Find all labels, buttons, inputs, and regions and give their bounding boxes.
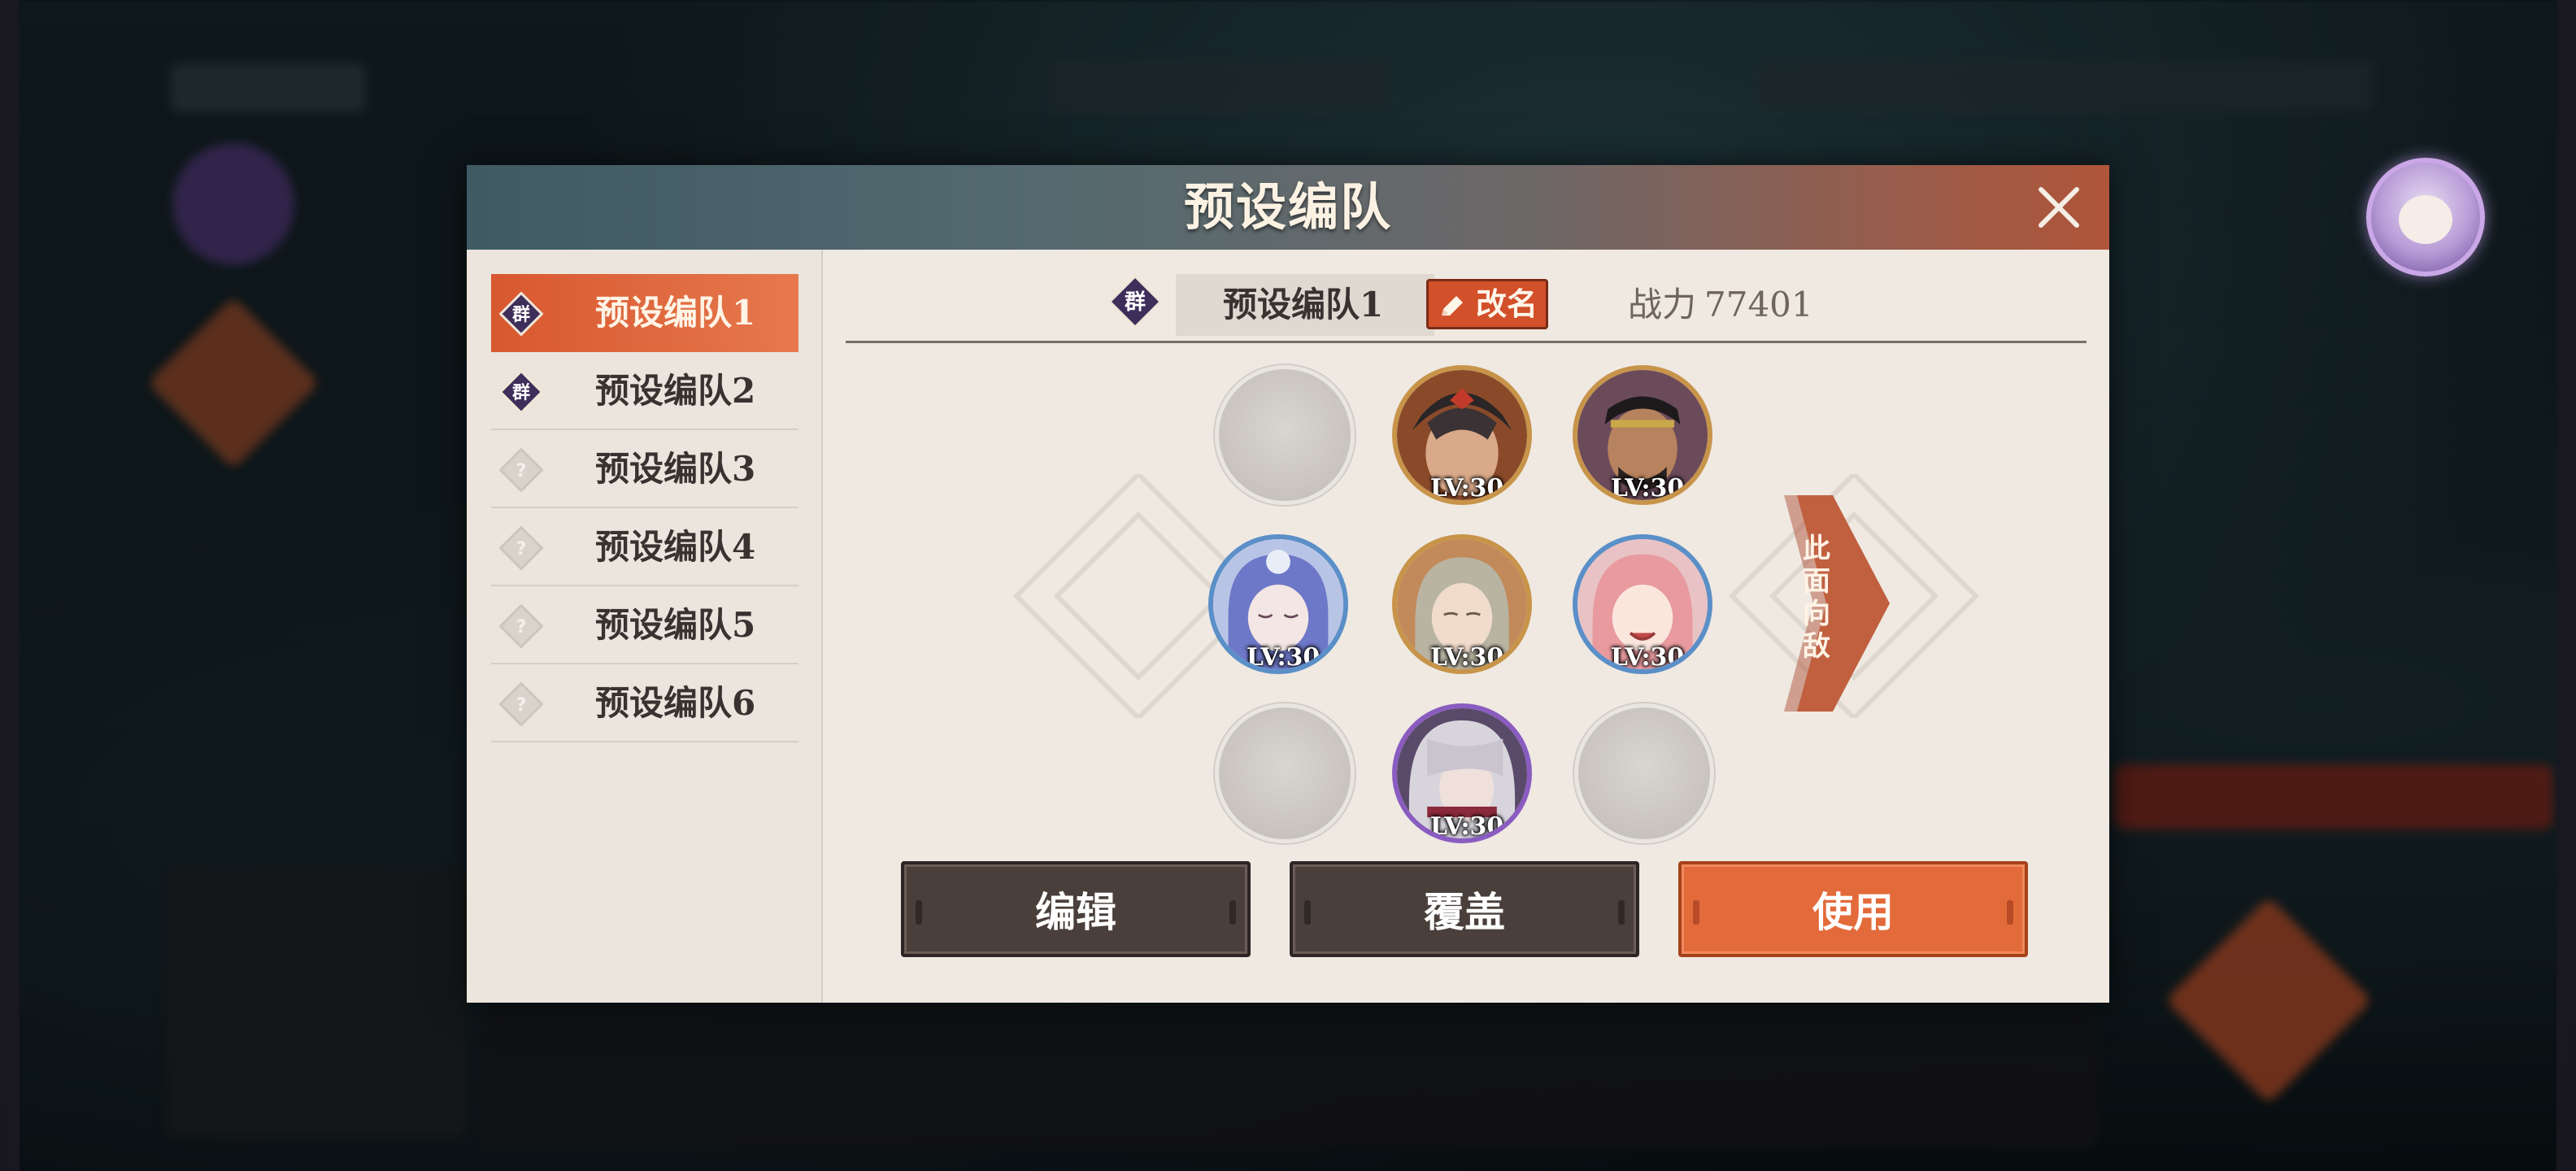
screen-edge — [0, 0, 20, 1171]
formation-slot-hero[interactable]: LV:30 — [1573, 534, 1712, 674]
formation-slot-empty[interactable] — [1215, 703, 1355, 843]
formation-slot-hero[interactable]: LV:30 — [1208, 534, 1348, 674]
formation-slot-empty[interactable] — [1215, 365, 1355, 505]
preset-item-2[interactable]: 群 预设编队2 — [491, 352, 798, 430]
button-nub — [916, 900, 922, 925]
faction-diamond-icon: 群 — [499, 370, 543, 414]
edit-label: 编辑 — [1035, 888, 1116, 936]
dialog-title: 预设编队 — [1183, 177, 1392, 237]
formation-slot-hero[interactable]: LV:30 — [1392, 703, 1532, 843]
button-nub — [2007, 900, 2013, 925]
preset-item-1[interactable]: 群 预设编队1 — [491, 274, 798, 352]
badge-text: 群 — [512, 304, 530, 325]
question-diamond-icon: ? — [499, 604, 543, 648]
edit-button[interactable]: 编辑 — [901, 861, 1251, 957]
header-divider — [846, 341, 2086, 343]
preset-item-5[interactable]: ? 预设编队5 — [491, 586, 798, 664]
badge-text: ? — [516, 461, 527, 481]
badge-text: ? — [516, 695, 527, 716]
formation-slot-hero[interactable]: LV:30 — [1392, 365, 1532, 505]
power-label: 战力 — [1628, 285, 1697, 324]
question-diamond-icon: ? — [499, 682, 543, 726]
preset-item-label: 预设编队1 — [595, 293, 756, 333]
avatar-face — [2399, 195, 2452, 244]
hero-level: LV:30 — [1610, 474, 1685, 503]
preset-item-label: 预设编队5 — [595, 605, 756, 645]
button-nub — [1618, 900, 1625, 925]
preset-item-label: 预设编队3 — [595, 449, 756, 489]
team-name: 预设编队1 — [1223, 285, 1384, 324]
power-value: 77401 — [1704, 285, 1813, 324]
rename-button[interactable]: 改名 — [1426, 279, 1548, 329]
faction-diamond-icon: 群 — [1107, 274, 1163, 329]
pencil-icon — [1442, 296, 1463, 316]
preset-item-label: 预设编队2 — [595, 371, 756, 411]
hero-level: LV:30 — [1610, 643, 1685, 672]
hero-level: LV:30 — [1429, 474, 1504, 503]
use-label: 使用 — [1812, 888, 1894, 936]
formation-slot-hero[interactable]: LV:30 — [1573, 365, 1712, 505]
badge-text: ? — [516, 539, 527, 559]
preset-item-4[interactable]: ? 预设编队4 — [491, 508, 798, 586]
rename-label: 改名 — [1476, 285, 1538, 322]
preset-item-label: 预设编队6 — [595, 683, 756, 723]
button-nub — [1229, 900, 1236, 925]
preset-item-6[interactable]: ? 预设编队6 — [491, 664, 798, 742]
button-nub — [1304, 900, 1311, 925]
faction-diamond-icon: 群 — [499, 292, 543, 336]
question-diamond-icon: ? — [499, 448, 543, 492]
preset-team-dialog: 预设编队 群 预设编队1 群 预设编队2 ? 预设编队3 ? 预设编队4 ? 预… — [467, 165, 2109, 1003]
badge-text: ? — [516, 617, 527, 638]
preset-list: 群 预设编队1 群 预设编队2 ? 预设编队3 ? 预设编队4 ? 预设编队5 … — [467, 250, 823, 1003]
badge-text: 群 — [1124, 290, 1146, 315]
button-nub — [1693, 900, 1699, 925]
use-button[interactable]: 使用 — [1678, 861, 2028, 957]
player-avatar[interactable] — [2366, 158, 2485, 276]
formation-slot-hero[interactable]: LV:30 — [1392, 534, 1532, 674]
close-icon[interactable] — [2033, 181, 2085, 233]
facing-enemy-label: 此面向敌 — [1803, 533, 1830, 663]
badge-text: 群 — [512, 382, 530, 403]
hero-level: LV:30 — [1429, 643, 1504, 672]
formation-slot-empty[interactable] — [1574, 703, 1714, 843]
overwrite-label: 覆盖 — [1424, 888, 1505, 936]
question-diamond-icon: ? — [499, 526, 543, 570]
hero-level: LV:30 — [1246, 643, 1321, 672]
preset-item-3[interactable]: ? 预设编队3 — [491, 430, 798, 508]
overwrite-button[interactable]: 覆盖 — [1290, 861, 1639, 957]
screen-edge — [2556, 0, 2576, 1171]
hero-level: LV:30 — [1429, 812, 1504, 841]
preset-item-label: 预设编队4 — [595, 527, 756, 567]
